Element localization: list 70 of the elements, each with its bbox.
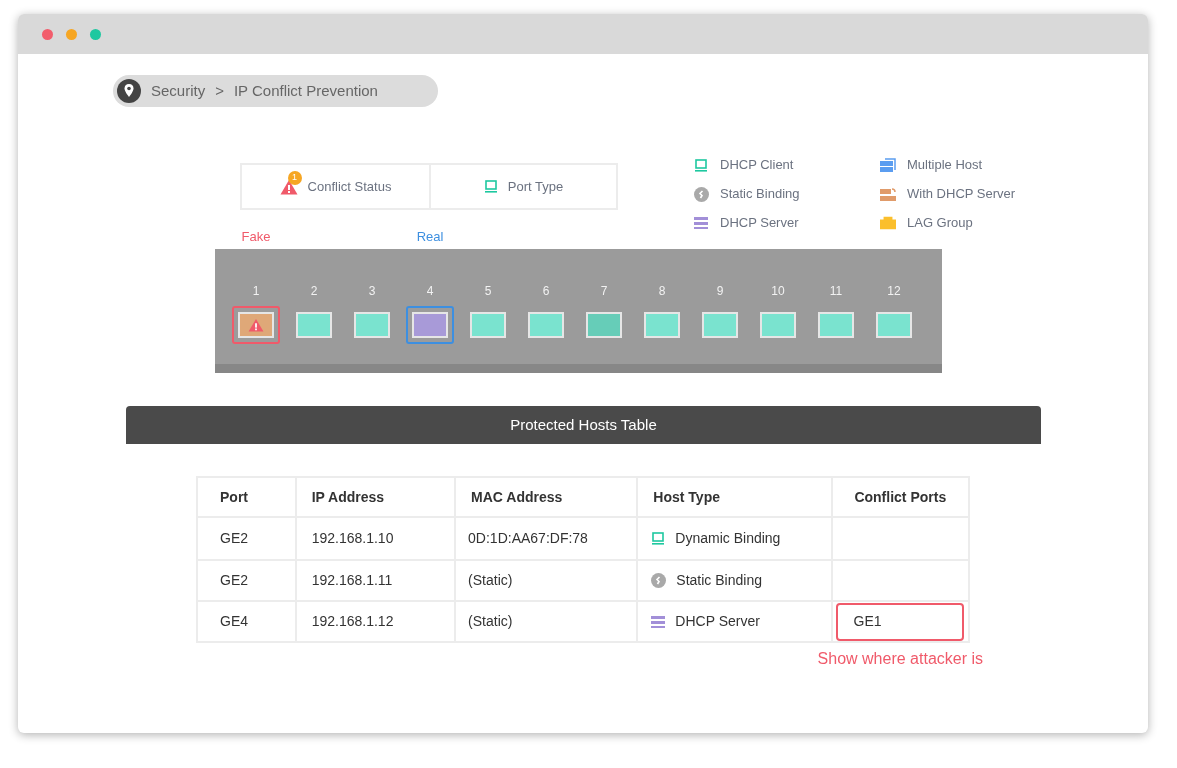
- port-slot[interactable]: [702, 312, 738, 338]
- table-title-bar: Protected Hosts Table: [126, 406, 1041, 444]
- port-slot[interactable]: [470, 312, 506, 338]
- annotation-note: Show where attacker is: [817, 649, 983, 669]
- link-circle-icon: [693, 186, 709, 202]
- table-cell-text: GE2: [220, 571, 248, 590]
- column-header: IP Address: [311, 487, 385, 507]
- port-number: 8: [658, 283, 666, 300]
- port-slot[interactable]: [238, 312, 274, 338]
- folder-icon: [880, 216, 896, 230]
- legend-label: With DHCP Server: [907, 185, 1016, 204]
- column-header: Port: [220, 487, 248, 507]
- legend-label: LAG Group: [907, 214, 973, 233]
- legend-label: DHCP Client: [720, 156, 794, 175]
- port-slot[interactable]: [876, 312, 912, 338]
- conflict-port-cell: GE1: [835, 602, 964, 641]
- view-tab[interactable]: Port Type: [429, 165, 616, 208]
- port-number: 4: [426, 283, 434, 300]
- port-number: 3: [368, 283, 376, 300]
- port-tag-label: Real: [416, 227, 444, 246]
- port-number: 9: [716, 283, 724, 300]
- port-slot[interactable]: [818, 312, 854, 338]
- server-icon: [694, 216, 708, 230]
- server-stack-icon: [880, 157, 896, 173]
- port-number: 12: [887, 283, 901, 300]
- port-number: 5: [484, 283, 492, 300]
- legend-label: Multiple Host: [907, 156, 983, 175]
- laptop-icon: [651, 532, 666, 545]
- port-slot[interactable]: [760, 312, 796, 338]
- table-cell-text: (Static): [468, 571, 513, 590]
- breadcrumb-separator: >: [215, 80, 224, 101]
- port-number: 11: [829, 283, 843, 300]
- table-cell-text: GE2: [220, 529, 248, 548]
- column-header: MAC Address: [471, 487, 563, 507]
- port-number: 1: [252, 283, 260, 300]
- location-pin-icon: [117, 79, 141, 103]
- port-tag-label: Fake: [241, 227, 271, 246]
- table-cell-text: (Static): [468, 612, 513, 631]
- table-cell-text: 0D:1D:AA67:DF:78: [468, 529, 588, 548]
- port-number: 2: [310, 283, 318, 300]
- table-cell-text: 192.168.1.12: [311, 612, 394, 631]
- table-cell-text: Dynamic Binding: [675, 529, 781, 548]
- breadcrumb-current: IP Conflict Prevention: [233, 80, 378, 101]
- port-slot[interactable]: [412, 312, 448, 338]
- column-header: Conflict Ports: [854, 487, 947, 507]
- port-slot[interactable]: [296, 312, 332, 338]
- table-cell-text: DHCP Server: [675, 612, 760, 631]
- legend-label: DHCP Server: [720, 214, 799, 233]
- link-circle-icon: [651, 573, 667, 588]
- laptop-icon: [483, 180, 498, 193]
- server-icon: [651, 614, 666, 629]
- warning-icon: [248, 318, 264, 332]
- view-tab[interactable]: 1 Conflict Status: [242, 165, 429, 208]
- breadcrumb-link[interactable]: Security: [151, 79, 206, 103]
- table-cell-text: 192.168.1.11: [311, 571, 393, 590]
- table-cell-text: Static Binding: [676, 571, 762, 590]
- legend-label: Static Binding: [720, 185, 800, 204]
- count-badge: 1: [287, 170, 302, 185]
- table-cell-text: GE4: [220, 612, 248, 631]
- port-number: 6: [542, 283, 550, 300]
- port-slot[interactable]: [528, 312, 564, 338]
- port-slot[interactable]: [586, 312, 622, 338]
- laptop-icon: [694, 158, 708, 172]
- column-header: Host Type: [653, 487, 720, 507]
- port-number: 10: [771, 283, 785, 300]
- table-cell-text: 192.168.1.10: [311, 529, 394, 548]
- router-icon: [880, 186, 896, 202]
- port-slot[interactable]: [354, 312, 390, 338]
- port-number: 7: [600, 283, 608, 300]
- port-slot[interactable]: [644, 312, 680, 338]
